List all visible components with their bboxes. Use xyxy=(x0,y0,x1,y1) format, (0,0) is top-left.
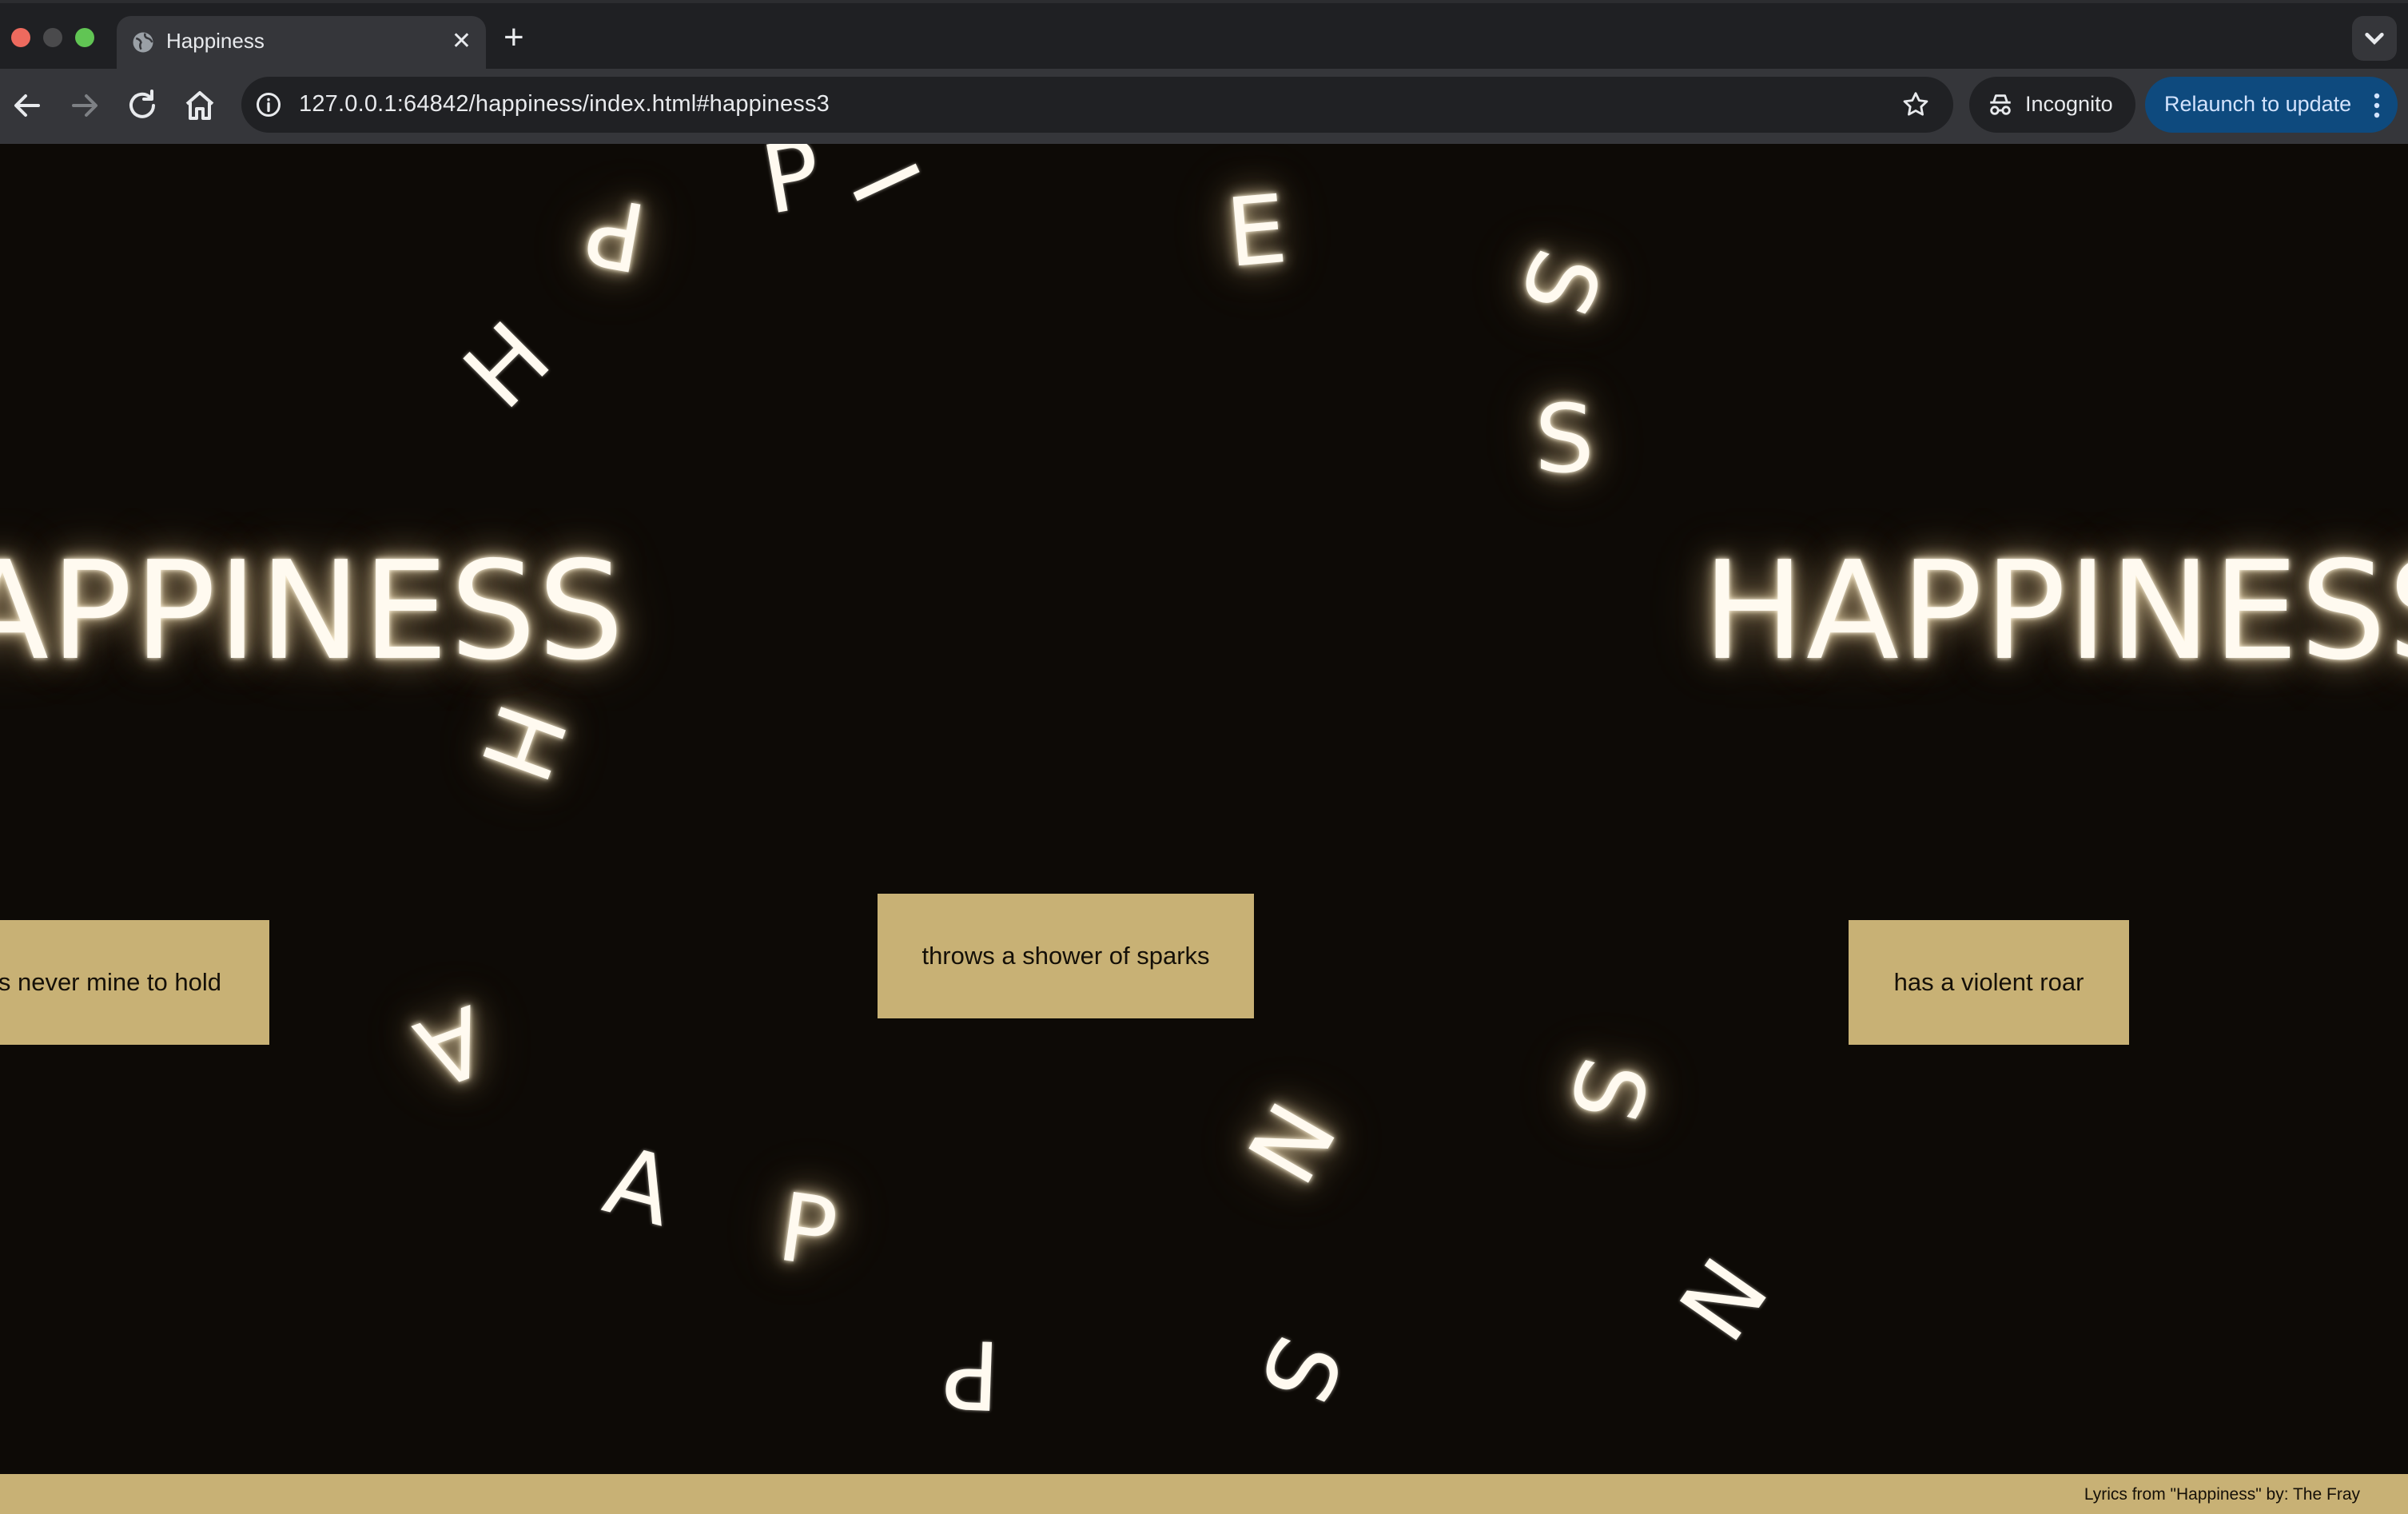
floating-letter: S xyxy=(1238,1321,1363,1419)
incognito-label: Incognito xyxy=(2025,92,2113,116)
home-icon[interactable] xyxy=(181,86,219,125)
reload-icon[interactable] xyxy=(123,86,161,125)
tab-title: Happiness xyxy=(166,29,265,53)
chevron-down-icon xyxy=(2365,33,2384,45)
back-icon[interactable] xyxy=(8,86,46,125)
close-window-button[interactable] xyxy=(11,28,30,47)
footer-bar: Lyrics from "Happiness" by: The Fray xyxy=(0,1474,2408,1514)
floating-letter: P xyxy=(578,173,654,293)
floating-letter: N xyxy=(1224,1084,1355,1201)
relaunch-button[interactable]: Relaunch to update xyxy=(2145,77,2398,133)
floating-letter: E xyxy=(1222,173,1292,289)
floating-letter: S xyxy=(1534,384,1594,494)
floating-letter: P xyxy=(941,1317,1002,1431)
toolbar: 127.0.0.1:64842/happiness/index.html#hap… xyxy=(0,69,2408,145)
info-icon[interactable] xyxy=(254,90,283,119)
floating-letter: A xyxy=(402,983,501,1110)
floating-letter: I xyxy=(829,147,941,219)
lyrics-credit: Lyrics from "Happiness" by: The Fray xyxy=(2084,1485,2360,1504)
forward-icon[interactable] xyxy=(66,86,104,125)
minimize-window-button[interactable] xyxy=(43,28,62,47)
floating-letter: H xyxy=(459,690,587,795)
tab-search-button[interactable] xyxy=(2352,16,2397,61)
floating-letter: P xyxy=(754,144,830,237)
lyric-card[interactable]: has a violent roar xyxy=(1849,920,2129,1045)
floating-letter: S xyxy=(1498,236,1623,330)
tab-happiness[interactable]: Happiness ✕ xyxy=(117,16,486,72)
tab-strip: Happiness ✕ + xyxy=(0,0,2408,72)
maximize-window-button[interactable] xyxy=(75,28,94,47)
address-bar[interactable]: 127.0.0.1:64842/happiness/index.html#hap… xyxy=(241,77,1953,133)
floating-letter: N xyxy=(1656,1237,1787,1359)
relaunch-label: Relaunch to update xyxy=(2164,92,2352,116)
floating-letter: H xyxy=(443,301,571,430)
url-text[interactable]: 127.0.0.1:64842/happiness/index.html#hap… xyxy=(299,91,830,118)
incognito-icon xyxy=(1990,94,2011,115)
floating-letter: A xyxy=(594,1124,686,1249)
happiness-word-left: HAPPINESS xyxy=(0,532,626,691)
more-menu-icon[interactable] xyxy=(2374,93,2380,118)
bookmark-star-icon[interactable] xyxy=(1901,90,1931,120)
happiness-stage: HAPPINESS HAPPINESS P P I E H S S H A A … xyxy=(0,144,2408,1474)
lyric-card[interactable]: throws a shower of sparks xyxy=(878,894,1254,1018)
happiness-word-right: HAPPINESS xyxy=(1702,532,2408,691)
incognito-indicator[interactable]: Incognito xyxy=(1969,77,2135,133)
floating-letter: P xyxy=(771,1171,844,1289)
new-tab-button[interactable]: + xyxy=(503,18,524,58)
floating-letter: S xyxy=(1547,1046,1670,1134)
close-tab-button[interactable]: ✕ xyxy=(452,26,472,58)
lyric-card[interactable]: was never mine to hold xyxy=(0,920,269,1045)
globe-icon xyxy=(133,32,153,53)
